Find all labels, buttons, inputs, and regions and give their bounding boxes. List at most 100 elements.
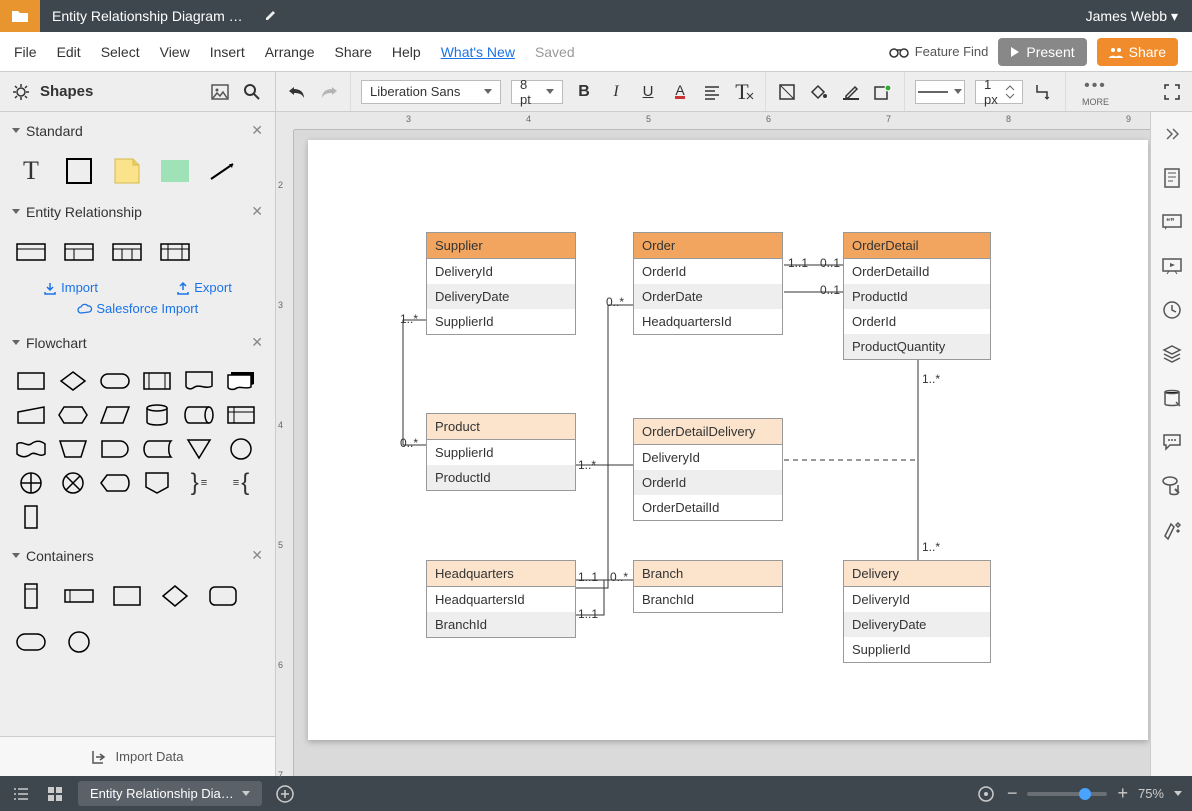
edit-title-icon[interactable] [264,8,278,25]
clear-format-button[interactable]: T [733,81,755,103]
menu-whatsnew[interactable]: What's New [441,44,515,60]
close-icon[interactable]: ✕ [251,334,263,351]
zoom-level[interactable]: 75% [1138,786,1164,801]
close-icon[interactable]: ✕ [251,547,263,564]
gear-icon[interactable] [12,83,30,101]
font-family-select[interactable]: Liberation Sans [361,80,501,104]
history-icon[interactable] [1160,298,1184,322]
er-export-link[interactable]: Export [176,280,232,295]
user-menu[interactable]: James Webb ▾ [1072,8,1192,25]
entity-order[interactable]: Order OrderId OrderDate HeadquartersId [633,232,783,335]
er-shape-4[interactable] [160,238,190,266]
redo-button[interactable] [318,81,340,103]
entity-supplier[interactable]: Supplier DeliveryId DeliveryDate Supplie… [426,232,576,335]
fc-storeddata[interactable] [142,437,172,461]
shape-options-button[interactable] [872,81,894,103]
block-shape[interactable] [64,157,94,185]
text-color-button[interactable]: A [669,81,691,103]
note-shape[interactable] [112,157,142,185]
themes-icon[interactable] [1160,518,1184,542]
section-flowchart[interactable]: Flowchart ✕ [0,324,275,361]
fc-or[interactable] [16,471,46,495]
undo-button[interactable] [286,81,308,103]
er-import-link[interactable]: Import [43,280,98,295]
data-icon[interactable] [1160,386,1184,410]
fc-manualinput[interactable] [16,403,46,427]
ct-circle[interactable] [64,628,94,656]
menu-file[interactable]: File [14,44,37,60]
close-icon[interactable]: ✕ [251,203,263,220]
menu-select[interactable]: Select [101,44,140,60]
shape-fill-button[interactable] [776,81,798,103]
fill-color-button[interactable] [808,81,830,103]
page-settings-icon[interactable] [1160,166,1184,190]
er-shape-3[interactable] [112,238,142,266]
entity-product[interactable]: Product SupplierId ProductId [426,413,576,491]
present-button[interactable]: Present [998,38,1086,66]
zoom-out-button[interactable]: − [1007,783,1018,804]
entity-delivery[interactable]: Delivery DeliveryId DeliveryDate Supplie… [843,560,991,663]
fc-note[interactable]: ≡{ [226,471,256,495]
more-button[interactable]: ••• MORE [1076,77,1115,107]
feature-find[interactable]: Feature Find [889,44,989,59]
target-icon[interactable] [975,783,997,805]
fc-manualop[interactable] [58,437,88,461]
salesforce-import-link[interactable]: Salesforce Import [0,301,275,324]
fc-offpage[interactable] [142,471,172,495]
section-standard[interactable]: Standard ✕ [0,112,275,149]
fc-directdata[interactable] [184,403,214,427]
ct-swimlane-h[interactable] [64,582,94,610]
ct-rect[interactable] [112,582,142,610]
menu-arrange[interactable]: Arrange [265,44,315,60]
zoom-slider[interactable] [1027,792,1107,796]
font-size-select[interactable]: 8 pt [511,80,563,104]
section-er[interactable]: Entity Relationship ✕ [0,193,275,230]
align-button[interactable] [701,81,723,103]
menu-edit[interactable]: Edit [57,44,81,60]
find-replace-icon[interactable] [1160,474,1184,498]
fc-sum[interactable] [58,471,88,495]
fc-data[interactable] [100,403,130,427]
fc-internal[interactable] [226,403,256,427]
menu-share[interactable]: Share [335,44,372,60]
add-page-button[interactable] [274,783,296,805]
chat-icon[interactable] [1160,430,1184,454]
folder-icon[interactable] [0,0,40,32]
fullscreen-button[interactable] [1152,72,1192,111]
comments-icon[interactable]: ❝❞ [1160,210,1184,234]
fc-database[interactable] [142,403,172,427]
fc-card[interactable] [16,505,46,529]
layers-icon[interactable] [1160,342,1184,366]
ct-pill[interactable] [16,628,46,656]
italic-button[interactable]: I [605,81,627,103]
entity-branch[interactable]: Branch BranchId [633,560,783,613]
canvas-area[interactable]: 3 4 5 6 7 8 9 2 3 4 5 6 7 [276,112,1150,776]
hotspot-shape[interactable] [160,157,190,185]
fc-decision[interactable] [58,369,88,393]
line-width-select[interactable]: 1 px [975,80,1023,104]
underline-button[interactable]: U [637,81,659,103]
ct-rounded[interactable] [208,582,238,610]
share-button[interactable]: Share [1097,38,1178,66]
fc-preparation[interactable] [58,403,88,427]
fc-brace-right[interactable]: }≡ [184,471,214,495]
fc-terminator[interactable] [100,369,130,393]
presentation-icon[interactable] [1160,254,1184,278]
fc-papertape[interactable] [16,437,46,461]
image-icon[interactable] [209,81,231,103]
line-style-select[interactable] [915,80,965,104]
fc-document[interactable] [184,369,214,393]
outline-view-icon[interactable] [10,783,32,805]
document-title[interactable]: Entity Relationship Diagram Exa… [40,8,260,24]
page-tab[interactable]: Entity Relationship Dia… [78,781,262,806]
text-shape[interactable]: T [16,157,46,185]
fc-display[interactable] [100,471,130,495]
grid-view-icon[interactable] [44,783,66,805]
er-shape-1[interactable] [16,238,46,266]
section-containers[interactable]: Containers ✕ [0,537,275,574]
fc-delay[interactable] [100,437,130,461]
bold-button[interactable]: B [573,81,595,103]
entity-headquarters[interactable]: Headquarters HeadquartersId BranchId [426,560,576,638]
search-icon[interactable] [241,81,263,103]
close-icon[interactable]: ✕ [251,122,263,139]
